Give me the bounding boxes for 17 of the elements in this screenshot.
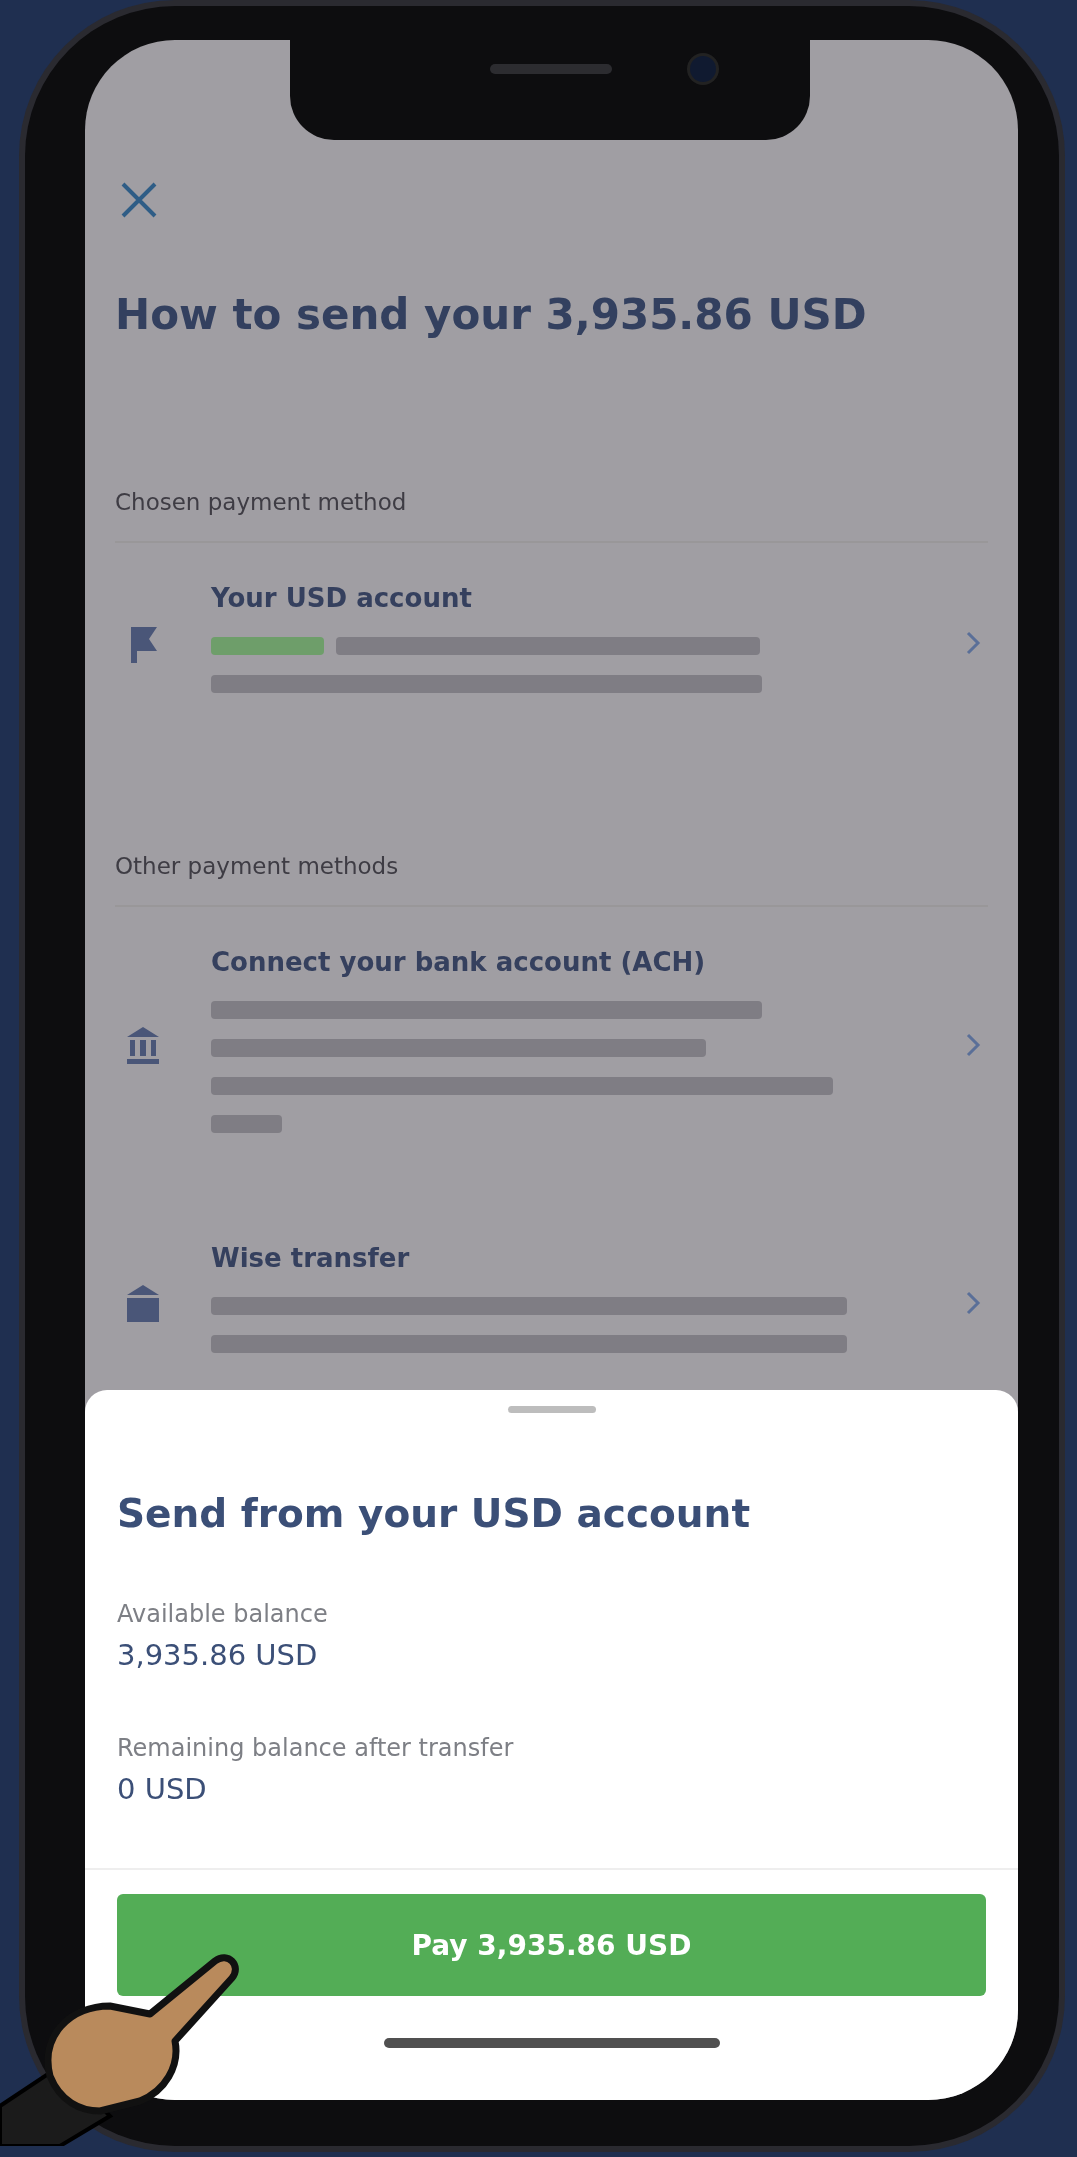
balance-value: 0 USD xyxy=(117,1772,208,1806)
close-icon[interactable] xyxy=(119,180,159,220)
camera-lens xyxy=(690,56,716,82)
balance-value: 3,935.86 USD xyxy=(117,1638,319,1672)
method-title: Your USD account xyxy=(211,583,473,613)
method-title: Connect your bank account (ACH) xyxy=(211,947,707,977)
section-heading: Other payment methods xyxy=(115,853,400,879)
section-heading: Chosen payment method xyxy=(115,489,408,515)
balance-label: Available balance xyxy=(117,1600,329,1628)
balance-label: Remaining balance after transfer xyxy=(117,1734,515,1762)
home-indicator[interactable] xyxy=(383,2038,720,2048)
page-title: How to send your 3,935.86 USD xyxy=(115,290,868,339)
sheet-title: Send from your USD account xyxy=(117,1491,752,1536)
blurred-text-bar xyxy=(211,1115,282,1133)
method-title: Wise transfer xyxy=(211,1243,411,1273)
sheet-handle[interactable] xyxy=(507,1406,596,1413)
pay-button[interactable]: Pay 3,935.86 USD xyxy=(117,1894,986,1996)
